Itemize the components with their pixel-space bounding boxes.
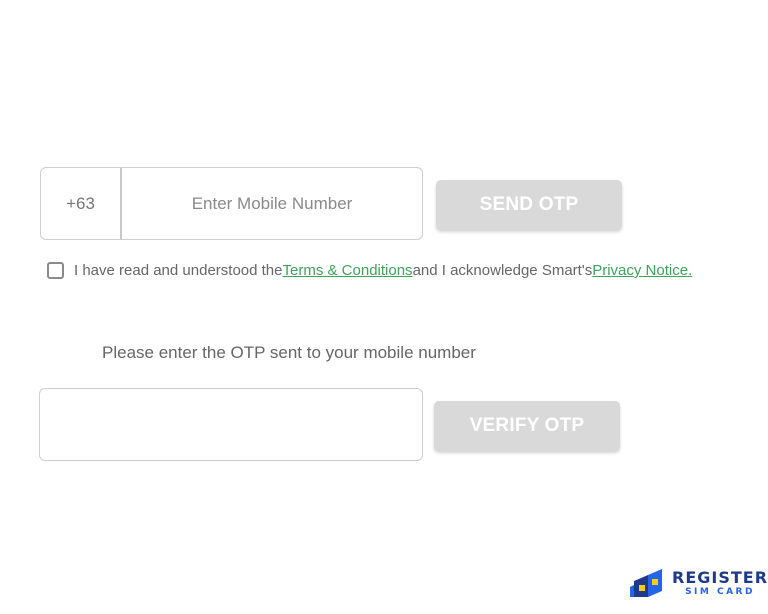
logo-subtitle: SIM CARD <box>685 586 755 597</box>
verify-otp-button[interactable]: VERIFY OTP <box>434 401 620 451</box>
mobile-number-group: +63 <box>40 167 423 240</box>
consent-row: I have read and understood the Terms & C… <box>47 262 692 279</box>
country-code-prefix: +63 <box>41 168 122 239</box>
otp-instruction: Please enter the OTP sent to your mobile… <box>102 343 476 362</box>
consent-text-middle: and I acknowledge Smart's <box>412 262 593 279</box>
send-otp-button[interactable]: SEND OTP <box>436 180 622 230</box>
consent-text-before: I have read and understood the <box>74 262 283 279</box>
mobile-number-input[interactable] <box>122 168 422 239</box>
privacy-notice-link[interactable]: Privacy Notice. <box>592 262 692 279</box>
logo-title: REGISTER <box>672 567 768 587</box>
otp-input[interactable] <box>39 388 423 461</box>
sim-card-icon <box>630 567 666 599</box>
terms-conditions-link[interactable]: Terms & Conditions <box>283 262 413 279</box>
register-sim-card-logo: REGISTER SIM CARD <box>630 567 768 599</box>
otp-registration-page: +63 SEND OTP I have read and understood … <box>0 0 768 614</box>
consent-checkbox[interactable] <box>47 262 64 279</box>
